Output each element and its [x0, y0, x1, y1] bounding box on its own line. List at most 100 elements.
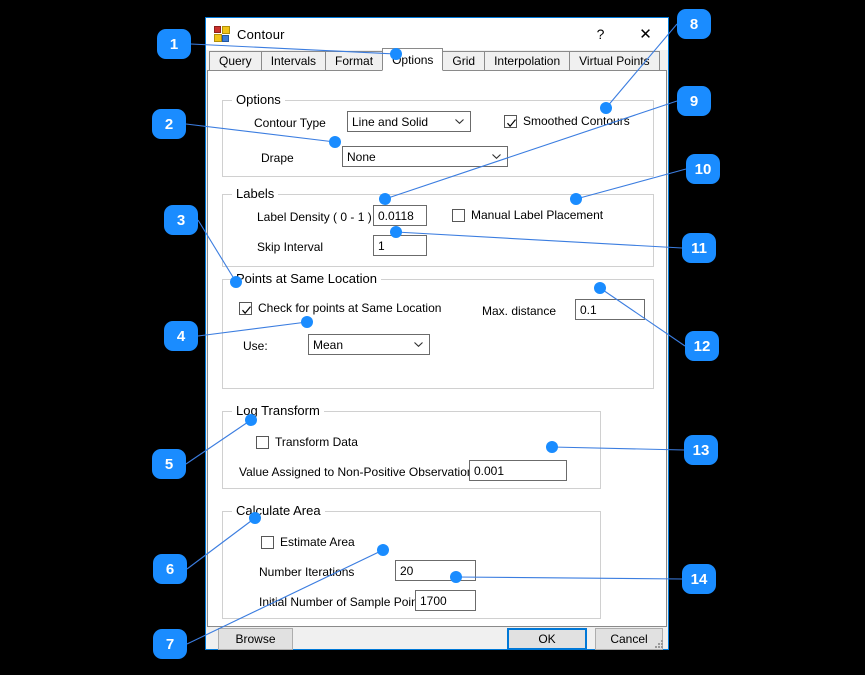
annotation-dot-5 — [245, 414, 257, 426]
screenshot-root: Contour ? ✕ Query Intervals Format Optio… — [0, 0, 865, 675]
checkbox-box — [261, 535, 274, 549]
annotation-marker-11: 11 — [682, 233, 716, 263]
estimate-area-checkbox[interactable]: Estimate Area — [261, 535, 355, 549]
label-density-value: 0.0118 — [378, 208, 414, 223]
number-iterations-label: Number Iterations — [259, 565, 355, 579]
annotation-marker-9: 9 — [677, 86, 711, 116]
transform-data-label: Transform Data — [275, 435, 358, 449]
annotation-dot-10 — [570, 193, 582, 205]
checkbox-box — [256, 435, 269, 449]
annotation-marker-13: 13 — [684, 435, 718, 465]
annotation-dot-11 — [390, 226, 402, 238]
browse-button[interactable]: Browse — [218, 628, 293, 650]
group-labels-legend: Labels — [232, 186, 279, 201]
annotation-dot-14 — [450, 571, 462, 583]
max-distance-input[interactable]: 0.1 — [575, 299, 645, 320]
form-icon — [214, 26, 230, 42]
tab-grid[interactable]: Grid — [442, 51, 486, 70]
skip-interval-input[interactable]: 1 — [373, 235, 427, 256]
skip-interval-value: 1 — [378, 238, 385, 253]
smoothed-contours-checkbox[interactable]: Smoothed Contours — [504, 114, 630, 128]
annotation-marker-1: 1 — [157, 29, 191, 59]
drape-label: Drape — [261, 151, 294, 165]
smoothed-contours-label: Smoothed Contours — [523, 114, 630, 128]
annotation-marker-3: 3 — [164, 205, 198, 235]
annotation-dot-7 — [377, 544, 389, 556]
manual-label-placement-label: Manual Label Placement — [471, 208, 604, 222]
annotation-marker-14: 14 — [682, 564, 716, 594]
checkbox-box — [239, 301, 252, 315]
number-iterations-input[interactable]: 20 — [395, 560, 476, 581]
group-calculate-area: Calculate Area Estimate Area Number Iter… — [222, 503, 601, 619]
resize-grip-icon[interactable] — [654, 636, 664, 648]
chevron-down-icon — [492, 153, 501, 159]
annotation-dot-8 — [600, 102, 612, 114]
contour-type-value: Line and Solid — [352, 114, 429, 129]
nonpositive-value-label: Value Assigned to Non-Positive Observati… — [239, 465, 480, 479]
tab-virtual-points[interactable]: Virtual Points — [569, 51, 660, 70]
options-tab-page: Options Contour Type Line and Solid Smoo… — [207, 71, 667, 627]
chevron-down-icon — [455, 118, 464, 124]
check-icon — [241, 303, 252, 314]
annotation-marker-2: 2 — [152, 109, 186, 139]
contour-type-label: Contour Type — [254, 116, 326, 130]
label-density-input[interactable]: 0.0118 — [373, 205, 427, 226]
group-calculate-area-legend: Calculate Area — [232, 503, 325, 518]
tab-format[interactable]: Format — [325, 51, 384, 70]
use-value: Mean — [313, 337, 344, 352]
label-density-label: Label Density ( 0 - 1 ) — [257, 210, 372, 224]
use-combo[interactable]: Mean — [308, 334, 430, 355]
chevron-down-icon — [414, 341, 423, 347]
check-points-same-location-label: Check for points at Same Location — [258, 301, 442, 315]
tab-interpolation[interactable]: Interpolation — [484, 51, 571, 70]
checkbox-box — [452, 208, 465, 222]
group-options: Options Contour Type Line and Solid Smoo… — [222, 92, 654, 177]
group-points-at-same-location: Points at Same Location Check for points… — [222, 271, 654, 389]
checkbox-box — [504, 114, 517, 128]
annotation-dot-13 — [546, 441, 558, 453]
annotation-marker-7: 7 — [153, 629, 187, 659]
annotation-marker-5: 5 — [152, 449, 186, 479]
sample-points-label: Initial Number of Sample Points — [259, 595, 428, 609]
help-button[interactable]: ? — [578, 19, 623, 50]
nonpositive-value-input[interactable]: 0.001 — [469, 460, 567, 481]
number-iterations-value: 20 — [400, 563, 414, 578]
max-distance-label: Max. distance — [482, 304, 557, 318]
transform-data-checkbox[interactable]: Transform Data — [256, 435, 358, 449]
annotation-dot-1 — [390, 48, 402, 60]
ok-button[interactable]: OK — [507, 628, 587, 650]
check-icon — [506, 116, 517, 127]
tab-intervals[interactable]: Intervals — [260, 51, 327, 70]
annotation-dot-12 — [594, 282, 606, 294]
annotation-marker-12: 12 — [685, 331, 719, 361]
group-points-legend: Points at Same Location — [232, 271, 381, 286]
annotation-dot-6 — [249, 512, 261, 524]
estimate-area-label: Estimate Area — [280, 535, 355, 549]
annotation-marker-10: 10 — [686, 154, 720, 184]
annotation-marker-8: 8 — [677, 9, 711, 39]
tab-query[interactable]: Query — [209, 51, 262, 70]
window-title: Contour — [237, 26, 285, 42]
contour-type-combo[interactable]: Line and Solid — [347, 111, 471, 132]
tabstrip: Query Intervals Format Options Grid Inte… — [207, 48, 667, 71]
drape-combo[interactable]: None — [342, 146, 508, 167]
sample-points-value: 1700 — [420, 593, 447, 608]
contour-dialog: Contour ? ✕ Query Intervals Format Optio… — [205, 17, 669, 650]
check-points-same-location-checkbox[interactable]: Check for points at Same Location — [239, 301, 441, 315]
titlebar: Contour ? ✕ — [206, 18, 668, 50]
annotation-dot-4 — [301, 316, 313, 328]
group-labels: Labels Label Density ( 0 - 1 ) 0.0118 Ma… — [222, 186, 654, 267]
annotation-marker-4: 4 — [164, 321, 198, 351]
skip-interval-label: Skip Interval — [257, 240, 324, 254]
annotation-dot-2 — [329, 136, 341, 148]
annotation-marker-6: 6 — [153, 554, 187, 584]
annotation-dot-3 — [230, 276, 242, 288]
sample-points-input[interactable]: 1700 — [415, 590, 476, 611]
cancel-button[interactable]: Cancel — [595, 628, 663, 650]
group-options-legend: Options — [232, 92, 285, 107]
dialog-button-bar: Browse OK Cancel — [207, 627, 667, 650]
manual-label-placement-checkbox[interactable]: Manual Label Placement — [452, 208, 603, 222]
drape-value: None — [347, 149, 376, 164]
max-distance-value: 0.1 — [580, 302, 597, 317]
close-icon[interactable]: ✕ — [623, 19, 668, 50]
